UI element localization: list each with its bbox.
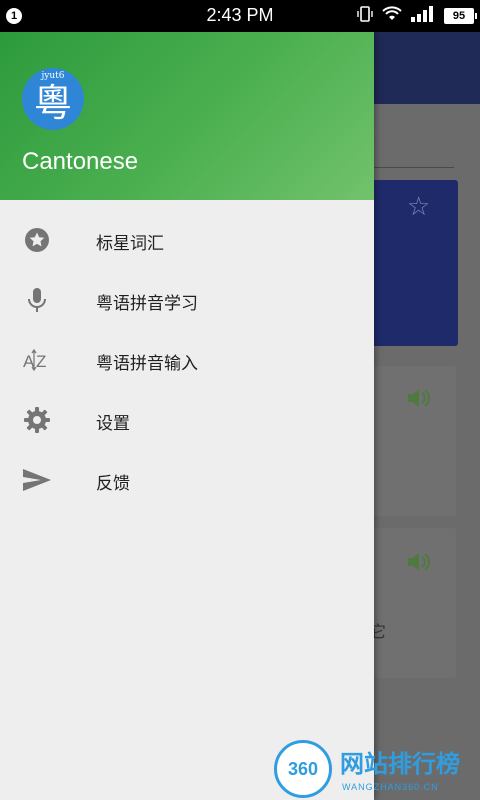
speaker-icon	[406, 386, 432, 416]
menu-item-feedback[interactable]: 反馈	[0, 450, 374, 510]
menu-item-settings[interactable]: 设置	[0, 390, 374, 450]
navigation-drawer: jyut6 粵 Cantonese 标星词汇 粤语拼音学习 AZ 粤语拼音输入	[0, 32, 374, 800]
app-logo-char: 粵	[33, 81, 72, 125]
menu-item-label: 粤语拼音学习	[96, 294, 198, 314]
watermark-title: 网站排行榜	[340, 750, 460, 778]
menu-item-label: 设置	[96, 414, 130, 434]
menu-item-label: 标星词汇	[96, 234, 164, 254]
watermark-logo: 360	[274, 740, 332, 798]
menu-item-jyutping-input[interactable]: AZ 粤语拼音输入	[0, 330, 374, 390]
gear-icon	[22, 406, 52, 434]
status-icons: 95	[356, 5, 477, 27]
signal-icon	[410, 5, 436, 27]
star-icon	[22, 226, 52, 254]
speaker-icon	[406, 550, 432, 580]
microphone-icon	[22, 286, 52, 314]
menu-item-jyutping-learning[interactable]: 粤语拼音学习	[0, 270, 374, 330]
watermark: 360 网站排行榜 WANGZHAN360.CN	[268, 738, 480, 800]
app-name: Cantonese	[22, 148, 139, 175]
watermark-subtitle: WANGZHAN360.CN	[342, 782, 439, 792]
send-icon	[22, 466, 52, 494]
battery-icon: 95	[444, 8, 477, 24]
wifi-icon	[382, 6, 402, 26]
drawer-header: jyut6 粵 Cantonese	[0, 32, 374, 200]
menu-item-label: 粤语拼音输入	[96, 354, 198, 374]
star-outline-icon: ☆	[407, 192, 431, 222]
svg-text:Z: Z	[36, 352, 46, 371]
background-divider	[374, 167, 454, 168]
vibrate-icon	[356, 5, 374, 27]
drawer-menu: 标星词汇 粤语拼音学习 AZ 粤语拼音输入 设置 反馈	[0, 210, 374, 510]
status-bar: 1 2:43 PM 95	[0, 0, 480, 32]
menu-item-label: 反馈	[96, 474, 130, 494]
menu-item-starred-words[interactable]: 标星词汇	[0, 210, 374, 270]
app-logo: jyut6 粵	[22, 68, 84, 130]
az-sort-icon: AZ	[22, 346, 52, 374]
